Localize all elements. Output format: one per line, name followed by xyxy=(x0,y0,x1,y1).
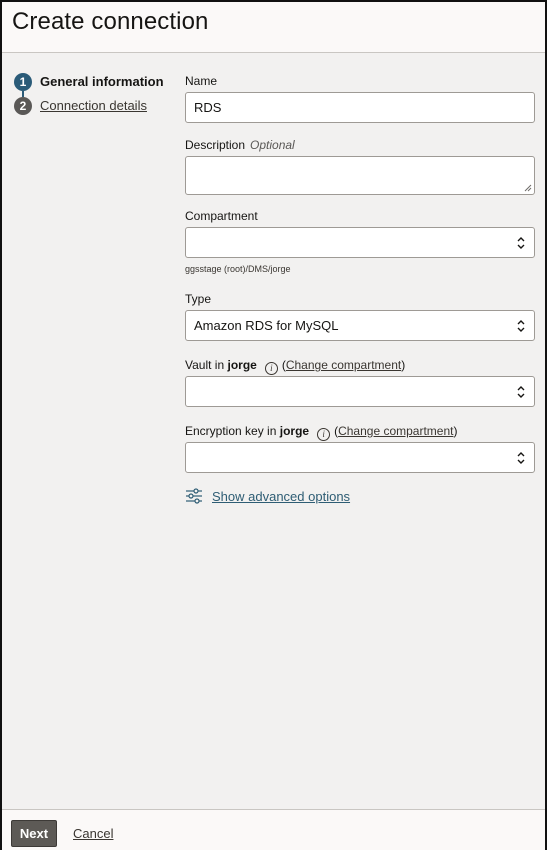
type-select-value: Amazon RDS for MySQL xyxy=(194,318,339,333)
select-chevrons-icon xyxy=(517,451,525,464)
description-textarea[interactable] xyxy=(185,156,535,195)
info-icon[interactable]: i xyxy=(264,362,278,375)
encryption-key-change-compartment-link[interactable]: Change compartment xyxy=(338,424,453,438)
resize-grip-icon[interactable] xyxy=(524,184,532,192)
select-chevrons-icon xyxy=(517,319,525,332)
name-input-value: RDS xyxy=(194,100,222,115)
encryption-key-label: Encryption key in jorge i (Change compartm… xyxy=(185,424,457,441)
select-chevrons-icon xyxy=(517,385,525,398)
vault-label: Vault in jorge i (Change compartment) xyxy=(185,358,405,375)
vault-label-prefix: Vault in xyxy=(185,358,225,372)
encryption-key-select[interactable] xyxy=(185,442,535,473)
cancel-link[interactable]: Cancel xyxy=(73,826,113,841)
name-input[interactable]: RDS xyxy=(185,92,535,123)
type-select[interactable]: Amazon RDS for MySQL xyxy=(185,310,535,341)
compartment-label: Compartment xyxy=(185,209,258,223)
vault-paren-close: ) xyxy=(401,358,406,372)
next-button[interactable]: Next xyxy=(11,820,57,847)
name-label: Name xyxy=(185,74,218,88)
info-icon[interactable]: i xyxy=(317,428,331,441)
description-label: Description Optional xyxy=(185,138,295,152)
sliders-icon xyxy=(186,488,202,504)
compartment-select[interactable] xyxy=(185,227,535,258)
encryption-key-label-prefix: Encryption key in xyxy=(185,424,277,438)
optional-hint: Optional xyxy=(250,138,295,152)
vault-change-compartment-link[interactable]: Change compartment xyxy=(286,358,401,372)
dialog-header: Create connection xyxy=(2,2,545,53)
vault-compartment-name: jorge xyxy=(227,358,257,372)
encryption-key-compartment-name: jorge xyxy=(279,424,310,438)
step-label-connection-details[interactable]: Connection details xyxy=(40,98,147,113)
type-label: Type xyxy=(185,292,212,306)
create-connection-dialog: Create connection 1 General information … xyxy=(0,0,547,850)
step-number-2: 2 xyxy=(14,97,32,115)
step-number-1: 1 xyxy=(14,73,32,91)
description-label-text: Description xyxy=(185,138,246,152)
show-advanced-options-link[interactable]: Show advanced options xyxy=(212,489,350,504)
dialog-footer: Next Cancel xyxy=(2,809,545,850)
compartment-path-help: ggsstage (root)/DMS/jorge xyxy=(185,264,291,274)
dialog-title: Create connection xyxy=(12,8,209,35)
step-label-general-information: General information xyxy=(40,74,164,89)
encryption-key-paren-close: ) xyxy=(453,424,458,438)
select-chevrons-icon xyxy=(517,236,525,249)
vault-select[interactable] xyxy=(185,376,535,407)
